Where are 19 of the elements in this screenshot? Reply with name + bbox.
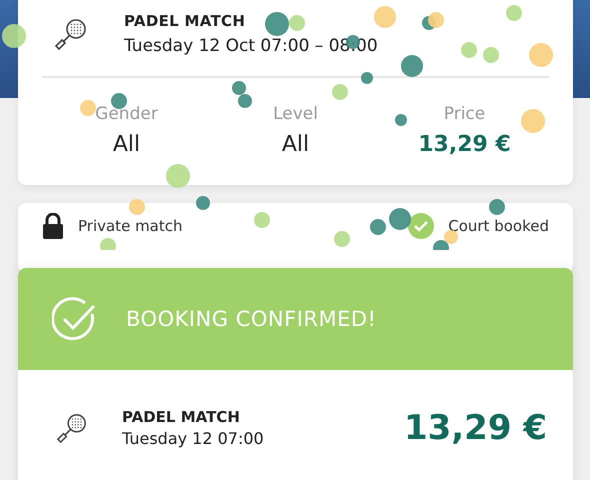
detail-value: All [282,132,310,157]
option-label: Court booked [448,217,549,235]
match-title: PADEL MATCH [122,408,241,426]
detail-label: Gender [95,104,158,124]
padel-racket-icon [54,17,88,51]
padlock-icon [42,213,64,239]
confirmation-heading: BOOKING CONFIRMED! [126,307,376,331]
price-value: 13,29 € [404,408,547,448]
price-value: 13,29 € [418,132,511,157]
match-date: Tuesday 12 Oct 07:00 – 08:00 [124,36,378,56]
option-label: Private match [78,217,183,235]
check-circle-icon [408,213,434,239]
match-date: Tuesday 12 07:00 [122,429,265,448]
match-title: PADEL MATCH [124,12,246,30]
padel-racket-icon [56,412,88,444]
detail-label: Level [273,104,318,124]
detail-label: Price [444,104,486,124]
detail-value: All [112,132,140,157]
check-circle-icon [52,296,98,342]
